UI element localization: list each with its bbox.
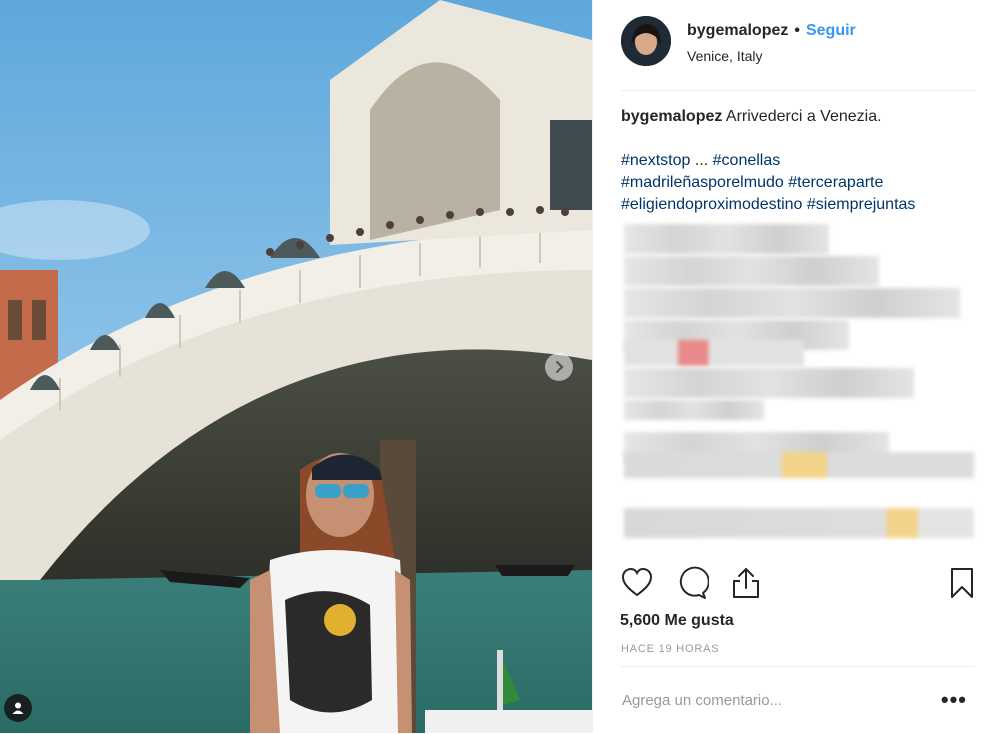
user-tag-icon bbox=[12, 702, 24, 714]
post-header: bygemalopez • Seguir Venice, Italy bbox=[621, 14, 976, 91]
next-photo-button[interactable] bbox=[545, 353, 573, 381]
bookmark-icon[interactable] bbox=[945, 566, 979, 600]
post-user-line: bygemalopez • Seguir bbox=[687, 22, 856, 40]
hashtag-link[interactable]: #nextstop bbox=[621, 152, 690, 169]
comment-bar: ••• bbox=[620, 666, 975, 734]
more-options-button[interactable]: ••• bbox=[941, 687, 967, 713]
location-link[interactable]: Venice, Italy bbox=[687, 48, 763, 64]
post-timestamp[interactable]: HACE 19 HORAS bbox=[621, 643, 719, 655]
caption-line: bygemalopez Arrivederci a Venezia. bbox=[621, 106, 976, 128]
blurred-row bbox=[624, 508, 974, 538]
user-tags-button[interactable] bbox=[4, 694, 32, 722]
photo-illustration bbox=[0, 0, 592, 733]
likes-count[interactable]: 5,600 Me gusta bbox=[620, 612, 734, 630]
blurred-row bbox=[624, 340, 804, 366]
heart-icon[interactable] bbox=[620, 566, 654, 600]
blurred-row bbox=[624, 288, 960, 318]
hashtag-link[interactable]: #madrileñasporelmudo bbox=[621, 174, 784, 191]
username-link[interactable]: bygemalopez bbox=[687, 22, 788, 39]
comment-icon[interactable] bbox=[675, 566, 709, 600]
hashtag-link[interactable]: #eligiendoproximodestino bbox=[621, 196, 802, 213]
caption-text: Arrivederci a Venezia. bbox=[725, 108, 882, 125]
follow-button[interactable]: Seguir bbox=[806, 22, 856, 39]
blurred-row bbox=[624, 400, 764, 420]
caption-username[interactable]: bygemalopez bbox=[621, 108, 722, 125]
hashtag-link[interactable]: #siemprejuntas bbox=[807, 196, 916, 213]
blurred-row bbox=[624, 224, 829, 254]
separator-dot: • bbox=[794, 22, 800, 39]
avatar[interactable] bbox=[621, 16, 671, 66]
avatar-image bbox=[621, 16, 671, 66]
blurred-row bbox=[624, 452, 974, 478]
hashtag-link[interactable]: #terceraparte bbox=[788, 174, 883, 191]
share-icon[interactable] bbox=[729, 566, 763, 600]
hashtag-list: #nextstop ... #conellas #madrileñasporel… bbox=[621, 150, 976, 216]
post-caption: bygemalopez Arrivederci a Venezia. #next… bbox=[621, 106, 976, 216]
blurred-row bbox=[624, 368, 914, 398]
chevron-right-icon bbox=[555, 360, 564, 374]
hashtag-ellipsis: ... bbox=[694, 152, 709, 169]
hashtag-link[interactable]: #conellas bbox=[713, 152, 781, 169]
post-photo[interactable] bbox=[0, 0, 592, 733]
blurred-comments bbox=[618, 222, 978, 557]
comment-input[interactable] bbox=[620, 691, 924, 710]
action-bar bbox=[620, 566, 975, 602]
blurred-row bbox=[624, 256, 879, 286]
